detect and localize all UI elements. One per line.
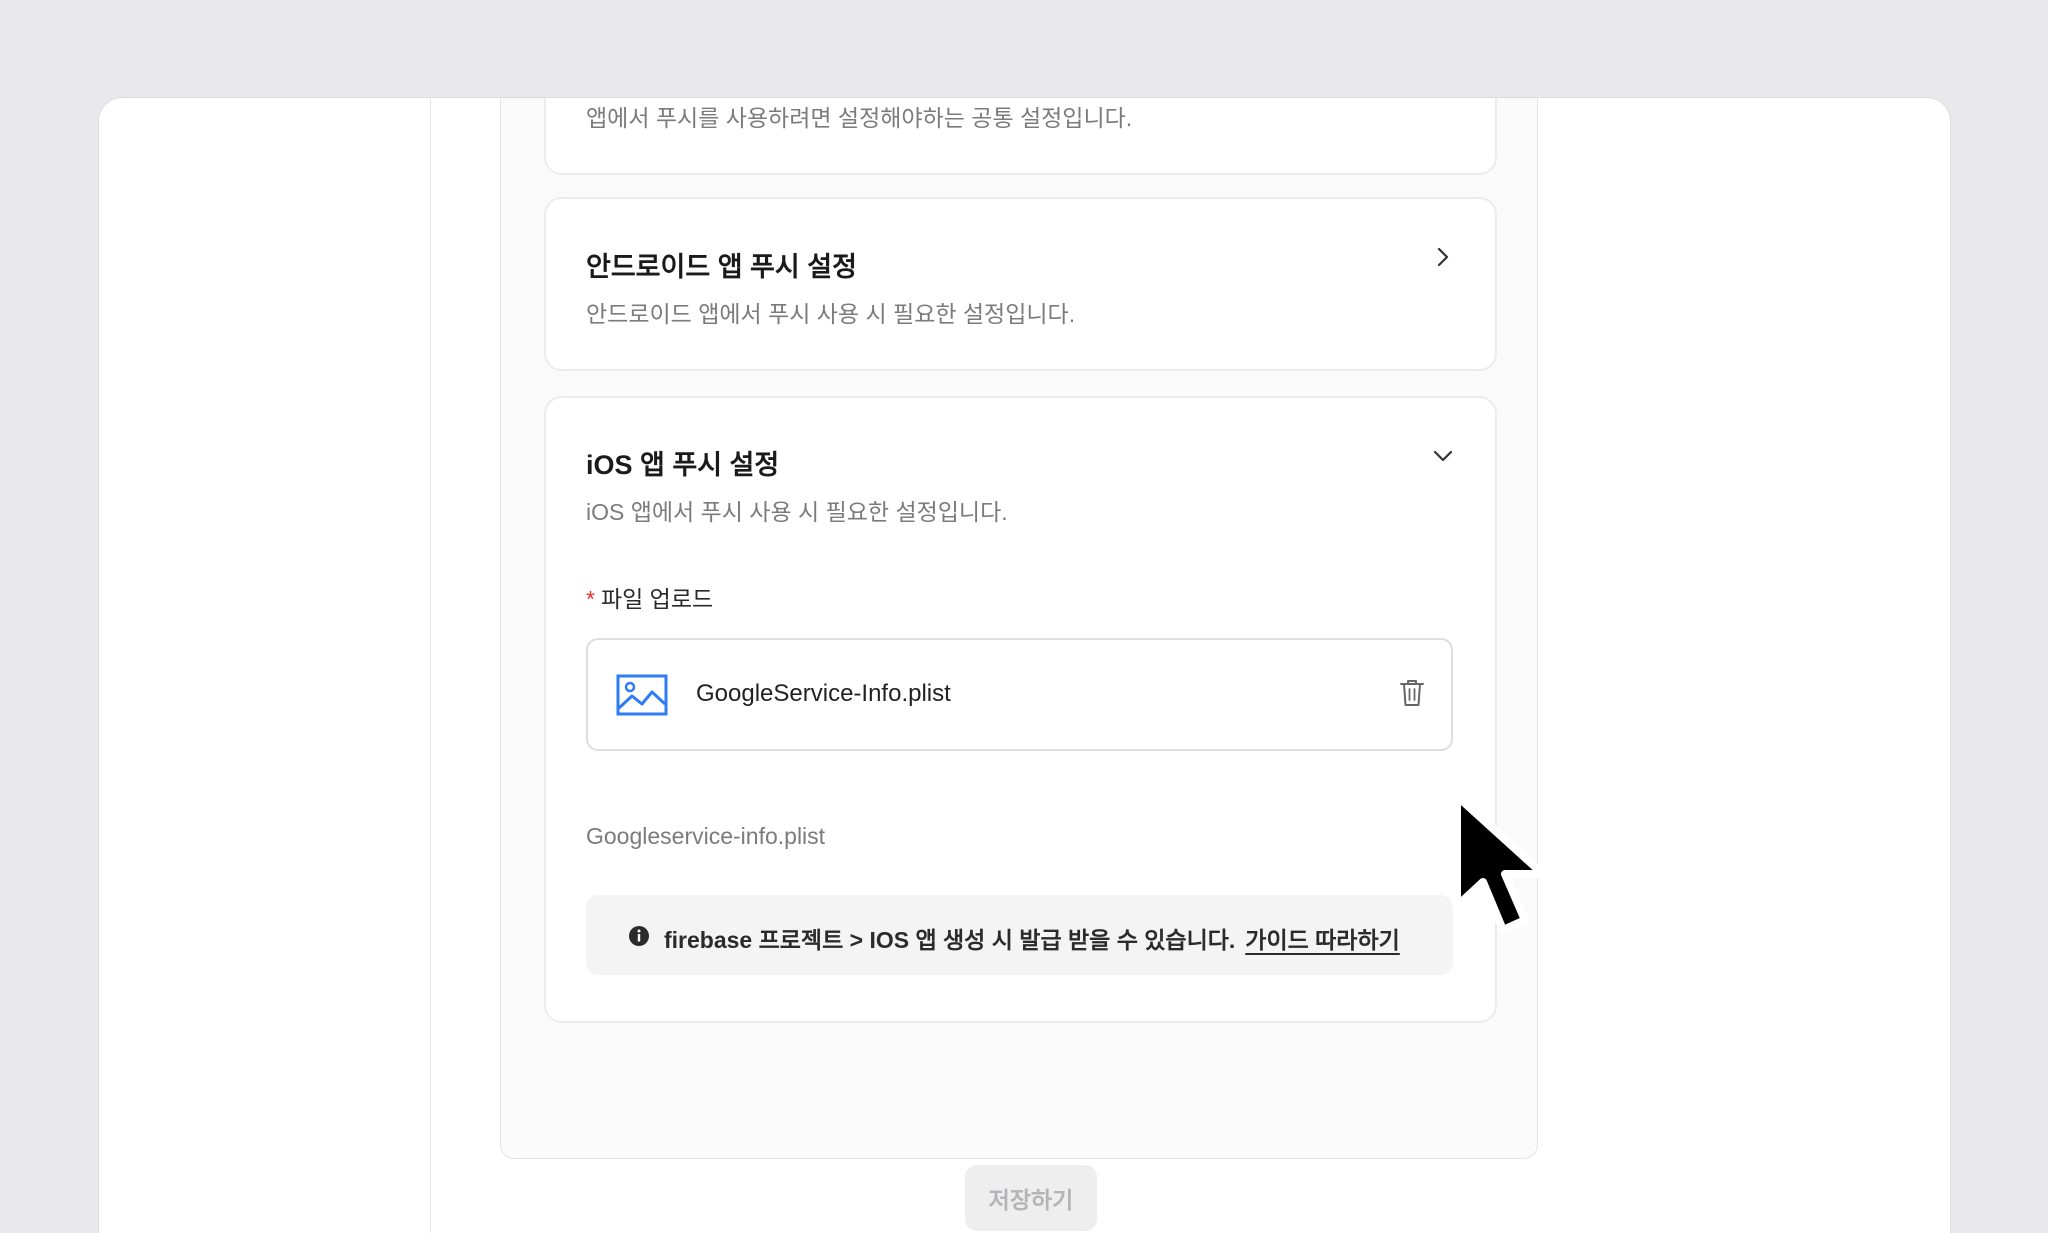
chevron-down-icon[interactable] [1431,444,1455,468]
file-upload-label-text: 파일 업로드 [600,586,714,612]
guide-link[interactable]: 가이드 따라하기 [1245,927,1400,953]
android-push-desc: 안드로이드 앱에서 푸시 사용 시 필요한 설정입니다. [586,301,1076,327]
file-helper-text: Googleservice-info.plist [586,823,826,849]
ios-push-settings-card[interactable]: iOS 앱 푸시 설정 iOS 앱에서 푸시 사용 시 필요한 설정입니다. *… [544,396,1497,1023]
ios-push-title: iOS 앱 푸시 설정 [586,450,780,480]
info-icon [629,926,649,946]
uploaded-file-name: GoogleService-Info.plist [696,680,951,707]
trash-icon[interactable] [1399,678,1425,708]
chevron-right-icon[interactable] [1431,245,1455,269]
mouse-cursor-icon [1453,792,1547,934]
android-push-settings-card[interactable]: 안드로이드 앱 푸시 설정 안드로이드 앱에서 푸시 사용 시 필요한 설정입니… [544,197,1497,371]
android-push-title: 안드로이드 앱 푸시 설정 [586,252,857,282]
notice-text: firebase 프로젝트 > IOS 앱 생성 시 발급 받을 수 있습니다.… [664,921,1400,955]
sidebar-divider [430,98,431,1233]
common-settings-desc: 앱에서 푸시를 사용하려면 설정해야하는 공통 설정입니다. [586,105,1133,131]
info-notice: firebase 프로젝트 > IOS 앱 생성 시 발급 받을 수 있습니다.… [586,895,1453,975]
uploaded-file-item[interactable]: GoogleService-Info.plist [586,638,1453,751]
app-window: 앱에서 푸시를 사용하려면 설정해야하는 공통 설정입니다. 안드로이드 앱 푸… [98,97,1951,1233]
image-icon [616,674,668,716]
settings-panel: 앱에서 푸시를 사용하려면 설정해야하는 공통 설정입니다. 안드로이드 앱 푸… [500,98,1538,1159]
ios-push-desc: iOS 앱에서 푸시 사용 시 필요한 설정입니다. [586,499,1008,525]
save-button[interactable]: 저장하기 [965,1165,1097,1231]
notice-message: firebase 프로젝트 > IOS 앱 생성 시 발급 받을 수 있습니다. [664,927,1236,953]
common-settings-card[interactable]: 앱에서 푸시를 사용하려면 설정해야하는 공통 설정입니다. [544,98,1497,175]
required-mark: * [586,586,595,612]
file-upload-label: * 파일 업로드 [586,580,713,614]
